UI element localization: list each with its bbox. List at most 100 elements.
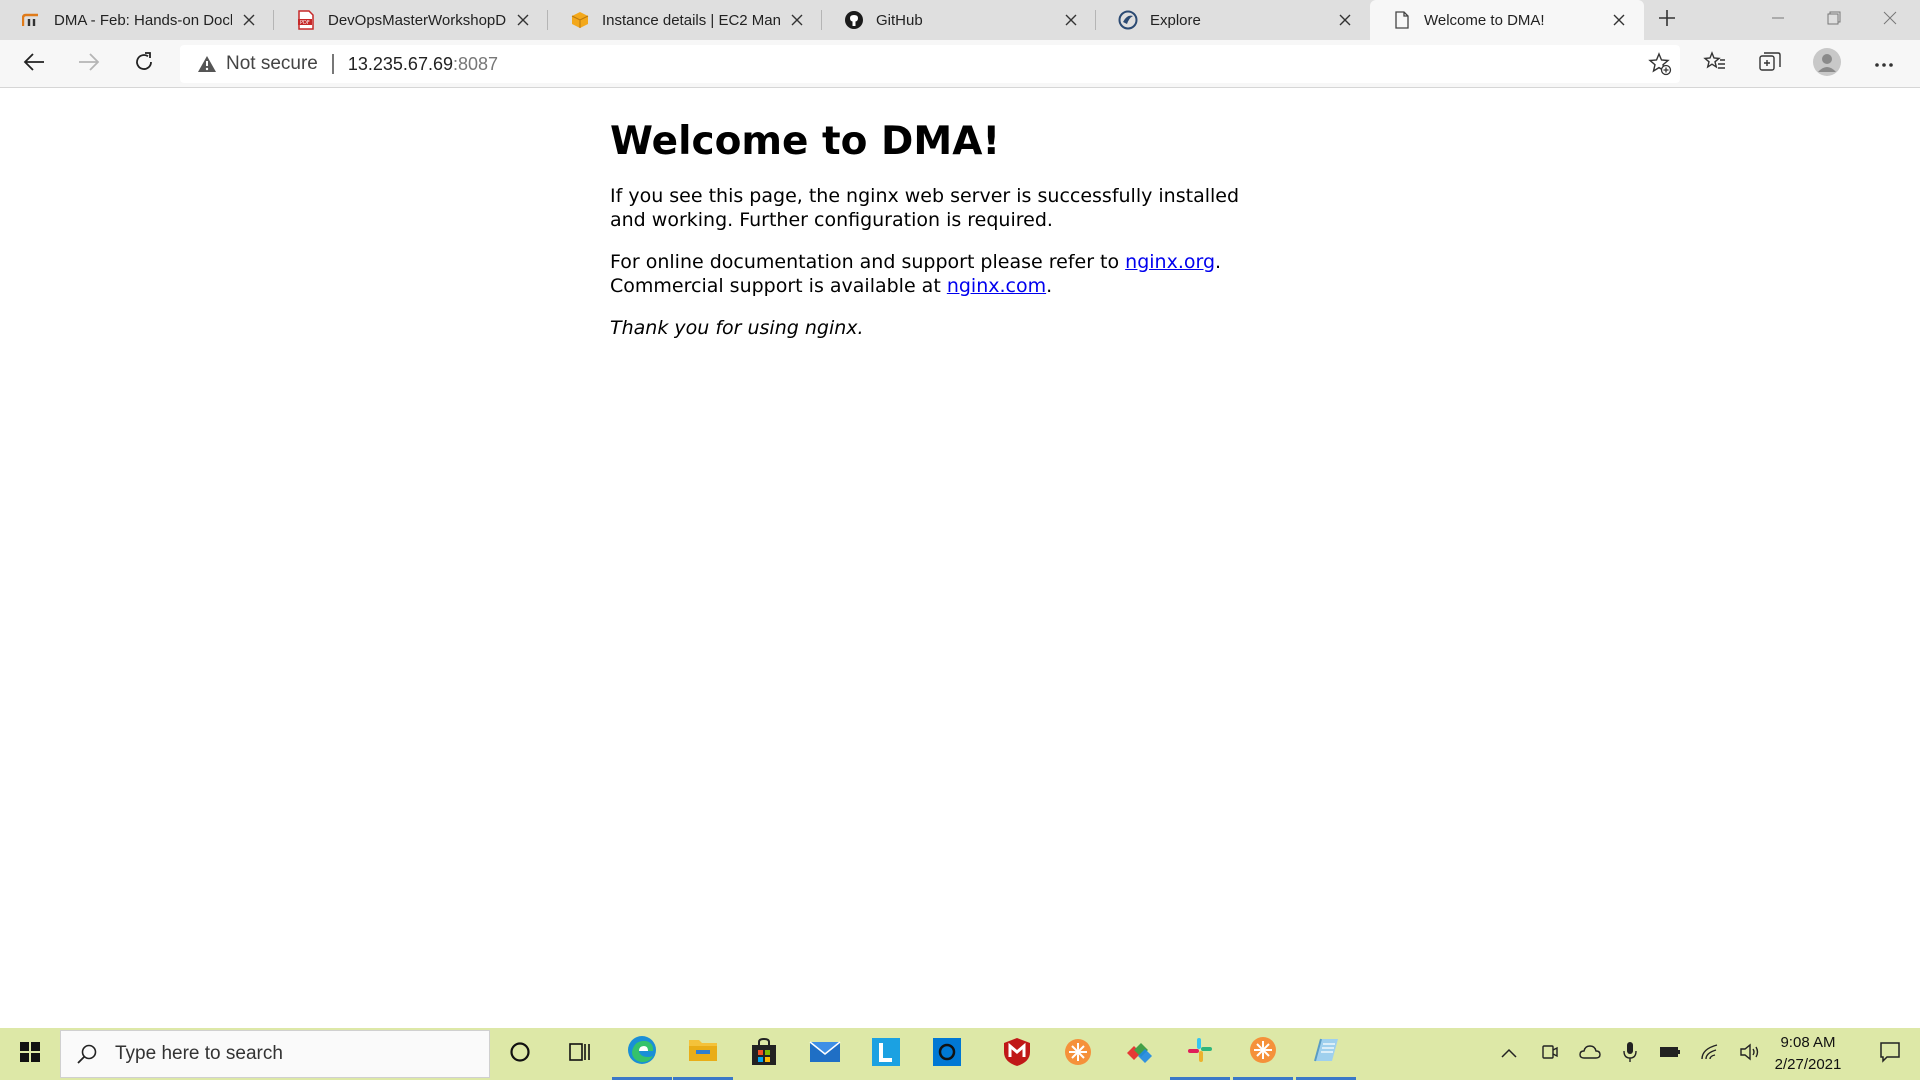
notification-icon bbox=[1879, 1041, 1901, 1068]
commercial-support-punct: . bbox=[1046, 275, 1053, 297]
taskbar-search[interactable]: Type here to search bbox=[60, 1030, 490, 1078]
tab-explore[interactable]: Explore bbox=[1096, 0, 1370, 40]
taskbar-app-edge[interactable] bbox=[612, 1028, 672, 1080]
taskbar-app-notepad[interactable] bbox=[1296, 1028, 1356, 1080]
commercial-support-text: Commercial support is available at bbox=[610, 275, 947, 297]
mail-icon bbox=[809, 1039, 841, 1070]
taskbar-app-file-explorer[interactable] bbox=[673, 1028, 733, 1080]
edge-icon bbox=[626, 1034, 658, 1071]
start-button[interactable] bbox=[0, 1028, 60, 1080]
clock-date: 2/27/2021 bbox=[1774, 1056, 1842, 1073]
page-heading: Welcome to DMA! bbox=[610, 119, 1001, 164]
tab-welcome-dma[interactable]: Welcome to DMA! bbox=[1370, 0, 1644, 40]
task-view-icon bbox=[568, 1041, 592, 1068]
close-icon bbox=[1883, 11, 1897, 30]
aws-box-icon bbox=[570, 10, 590, 30]
minimize-icon bbox=[1771, 11, 1785, 30]
nginx-org-link[interactable]: nginx.org bbox=[1125, 251, 1215, 273]
task-view-button[interactable] bbox=[550, 1028, 610, 1080]
tab-title: Welcome to DMA! bbox=[1424, 11, 1545, 29]
plus-icon bbox=[1658, 9, 1676, 32]
microphone-icon bbox=[1623, 1041, 1637, 1068]
tab-title: Explore bbox=[1150, 11, 1201, 29]
tab-github[interactable]: GitHub bbox=[822, 0, 1096, 40]
battery-icon bbox=[1659, 1045, 1681, 1064]
minimize-button[interactable] bbox=[1750, 0, 1806, 40]
close-icon[interactable] bbox=[786, 9, 808, 31]
intro-paragraph: If you see this page, the nginx web serv… bbox=[610, 185, 1240, 231]
close-icon[interactable] bbox=[238, 9, 260, 31]
back-button[interactable] bbox=[16, 46, 52, 82]
taskbar-clock[interactable]: 9:08 AM 2/27/2021 bbox=[1760, 1032, 1856, 1076]
settings-menu-button[interactable] bbox=[1868, 48, 1900, 80]
restore-icon bbox=[1827, 11, 1841, 30]
diamond-app-icon bbox=[1123, 1039, 1155, 1070]
tab-ec2-instance[interactable]: Instance details | EC2 Management bbox=[548, 0, 822, 40]
tab-title: Instance details | EC2 Management bbox=[602, 11, 780, 29]
security-label[interactable]: Not secure bbox=[226, 53, 318, 75]
close-icon[interactable] bbox=[1060, 9, 1082, 31]
cortana-button[interactable] bbox=[490, 1028, 550, 1080]
address-divider bbox=[331, 54, 334, 74]
chevron-up-icon bbox=[1501, 1045, 1517, 1063]
taskbar-app-mcafee[interactable] bbox=[987, 1028, 1047, 1080]
taskbar-app-diamond[interactable] bbox=[1109, 1028, 1169, 1080]
more-dots-icon bbox=[1874, 55, 1894, 73]
close-window-button[interactable] bbox=[1862, 0, 1918, 40]
taskbar-app-store[interactable] bbox=[734, 1028, 794, 1080]
tray-meet-now[interactable] bbox=[1531, 1028, 1569, 1080]
cortana-circle-icon bbox=[509, 1041, 531, 1068]
camera-icon bbox=[1541, 1043, 1559, 1066]
tray-onedrive[interactable] bbox=[1571, 1028, 1609, 1080]
show-hidden-icons-button[interactable] bbox=[1490, 1028, 1528, 1080]
wifi-icon bbox=[1700, 1043, 1720, 1066]
restore-button[interactable] bbox=[1806, 0, 1862, 40]
slack-icon bbox=[1186, 1036, 1214, 1069]
refresh-icon bbox=[133, 51, 155, 78]
tab-dma-feb[interactable]: DMA - Feb: Hands-on Docker bbox=[0, 0, 274, 40]
l-app-icon bbox=[871, 1037, 901, 1072]
collections-icon bbox=[1758, 51, 1782, 78]
folder-icon bbox=[687, 1036, 719, 1069]
taskbar-app-orange-2[interactable] bbox=[1233, 1028, 1293, 1080]
new-tab-button[interactable] bbox=[1644, 0, 1690, 40]
dma-logo-icon bbox=[22, 10, 42, 30]
nginx-com-link[interactable]: nginx.com bbox=[947, 275, 1046, 297]
refresh-button[interactable] bbox=[126, 46, 162, 82]
collections-button[interactable] bbox=[1754, 48, 1786, 80]
tray-microphone[interactable] bbox=[1611, 1028, 1649, 1080]
add-favorite-icon[interactable] bbox=[1648, 52, 1672, 76]
tray-battery[interactable] bbox=[1651, 1028, 1689, 1080]
taskbar-app-orange-1[interactable] bbox=[1048, 1028, 1108, 1080]
browser-toolbar: Not secure 13.235.67.69:8087 bbox=[0, 40, 1920, 88]
taskbar-app-mail[interactable] bbox=[795, 1028, 855, 1080]
support-text-punct: . bbox=[1215, 251, 1222, 273]
url-host: 13.235.67.69 bbox=[347, 53, 453, 74]
address-bar[interactable]: Not secure 13.235.67.69:8087 bbox=[180, 45, 1680, 83]
action-center-button[interactable] bbox=[1860, 1028, 1920, 1080]
clock-time: 9:08 AM bbox=[1780, 1034, 1836, 1051]
page-content: Welcome to DMA! If you see this page, th… bbox=[610, 88, 1250, 340]
tab-title: GitHub bbox=[876, 11, 923, 29]
orange-flower-icon bbox=[1248, 1035, 1278, 1070]
speaker-icon bbox=[1739, 1043, 1761, 1066]
search-icon bbox=[75, 1042, 99, 1066]
arrow-left-icon bbox=[23, 52, 45, 77]
thanks-text: Thank you for using nginx. bbox=[610, 317, 864, 339]
tab-devops-doc[interactable]: PDF DevOpsMasterWorkshopDoc bbox=[274, 0, 548, 40]
taskbar-app-l[interactable] bbox=[856, 1028, 916, 1080]
search-placeholder: Type here to search bbox=[115, 1043, 283, 1064]
warning-icon bbox=[196, 53, 218, 75]
mcafee-shield-icon bbox=[1003, 1037, 1031, 1072]
taskbar: Type here to search 9:08 AM 2/27/2021 bbox=[0, 1028, 1920, 1080]
favorites-button[interactable] bbox=[1699, 48, 1731, 80]
taskbar-app-blue[interactable] bbox=[917, 1028, 977, 1080]
tray-network[interactable] bbox=[1691, 1028, 1729, 1080]
taskbar-app-slack[interactable] bbox=[1170, 1028, 1230, 1080]
close-icon[interactable] bbox=[1608, 9, 1630, 31]
profile-button[interactable] bbox=[1811, 47, 1843, 80]
close-icon[interactable] bbox=[512, 9, 534, 31]
forward-button[interactable] bbox=[71, 46, 107, 82]
close-icon[interactable] bbox=[1334, 9, 1356, 31]
windows-logo-icon bbox=[19, 1041, 41, 1068]
